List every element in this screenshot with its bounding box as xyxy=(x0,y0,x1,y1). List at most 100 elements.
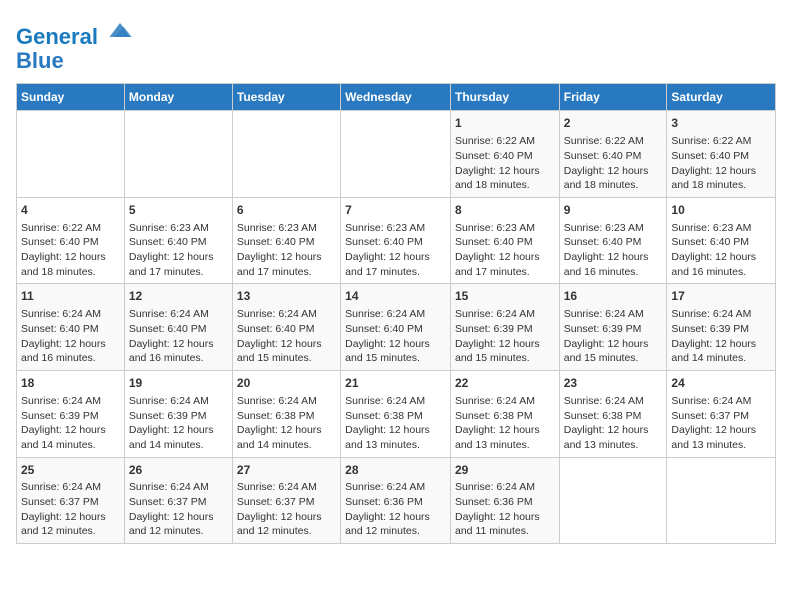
day-number: 12 xyxy=(129,288,228,305)
day-number: 10 xyxy=(671,202,771,219)
day-info: Sunrise: 6:24 AM Sunset: 6:39 PM Dayligh… xyxy=(129,394,228,453)
calendar-cell: 26Sunrise: 6:24 AM Sunset: 6:37 PM Dayli… xyxy=(124,457,232,544)
day-header-sunday: Sunday xyxy=(17,84,125,111)
calendar-table: SundayMondayTuesdayWednesdayThursdayFrid… xyxy=(16,83,776,544)
week-row-2: 4Sunrise: 6:22 AM Sunset: 6:40 PM Daylig… xyxy=(17,197,776,284)
calendar-cell: 28Sunrise: 6:24 AM Sunset: 6:36 PM Dayli… xyxy=(341,457,451,544)
day-info: Sunrise: 6:22 AM Sunset: 6:40 PM Dayligh… xyxy=(455,134,555,193)
calendar-cell: 14Sunrise: 6:24 AM Sunset: 6:40 PM Dayli… xyxy=(341,284,451,371)
day-info: Sunrise: 6:22 AM Sunset: 6:40 PM Dayligh… xyxy=(564,134,663,193)
calendar-cell: 7 Sunrise: 6:23 AM Sunset: 6:40 PM Daylig… xyxy=(341,197,451,284)
day-number: 27 xyxy=(237,462,336,479)
calendar-cell: 23 Sunrise: 6:24 AM Sunset: 6:38 PM Dayli… xyxy=(559,371,667,458)
calendar-cell: 9Sunrise: 6:23 AM Sunset: 6:40 PM Daylig… xyxy=(559,197,667,284)
day-info: Sunrise: 6:24 AM Sunset: 6:38 PM Dayligh… xyxy=(237,394,336,453)
week-row-4: 18 Sunrise: 6:24 AM Sunset: 6:39 PM Dayli… xyxy=(17,371,776,458)
logo-icon xyxy=(106,16,134,44)
calendar-cell xyxy=(232,111,340,198)
calendar-cell: 24 Sunrise: 6:24 AM Sunset: 6:37 PM Dayli… xyxy=(667,371,776,458)
day-info: Sunrise: 6:24 AM Sunset: 6:36 PM Dayligh… xyxy=(455,480,555,539)
day-number: 6 xyxy=(237,202,336,219)
calendar-cell: 10 Sunrise: 6:23 AM Sunset: 6:40 PM Dayli… xyxy=(667,197,776,284)
calendar-cell: 17 Sunrise: 6:24 AM Sunset: 6:39 PM Dayli… xyxy=(667,284,776,371)
calendar-cell: 15 Sunrise: 6:24 AM Sunset: 6:39 PM Dayli… xyxy=(450,284,559,371)
day-info: Sunrise: 6:24 AM Sunset: 6:37 PM Dayligh… xyxy=(237,480,336,539)
calendar-cell: 13Sunrise: 6:24 AM Sunset: 6:40 PM Dayli… xyxy=(232,284,340,371)
day-number: 19 xyxy=(129,375,228,392)
calendar-cell: 20 Sunrise: 6:24 AM Sunset: 6:38 PM Dayli… xyxy=(232,371,340,458)
day-number: 17 xyxy=(671,288,771,305)
day-info: Sunrise: 6:24 AM Sunset: 6:38 PM Dayligh… xyxy=(564,394,663,453)
logo-text: General xyxy=(16,16,134,49)
day-info: Sunrise: 6:24 AM Sunset: 6:37 PM Dayligh… xyxy=(671,394,771,453)
day-header-wednesday: Wednesday xyxy=(341,84,451,111)
day-info: Sunrise: 6:23 AM Sunset: 6:40 PM Dayligh… xyxy=(455,221,555,280)
day-number: 28 xyxy=(345,462,446,479)
day-number: 2 xyxy=(564,115,663,132)
calendar-body: 1Sunrise: 6:22 AM Sunset: 6:40 PM Daylig… xyxy=(17,111,776,544)
day-number: 25 xyxy=(21,462,120,479)
logo-blue-text: Blue xyxy=(16,49,134,73)
day-info: Sunrise: 6:23 AM Sunset: 6:40 PM Dayligh… xyxy=(237,221,336,280)
calendar-cell: 29Sunrise: 6:24 AM Sunset: 6:36 PM Dayli… xyxy=(450,457,559,544)
day-info: Sunrise: 6:22 AM Sunset: 6:40 PM Dayligh… xyxy=(21,221,120,280)
calendar-cell: 5 Sunrise: 6:23 AM Sunset: 6:40 PM Daylig… xyxy=(124,197,232,284)
calendar-cell: 21 Sunrise: 6:24 AM Sunset: 6:38 PM Dayli… xyxy=(341,371,451,458)
week-row-5: 25Sunrise: 6:24 AM Sunset: 6:37 PM Dayli… xyxy=(17,457,776,544)
day-info: Sunrise: 6:24 AM Sunset: 6:37 PM Dayligh… xyxy=(129,480,228,539)
calendar-cell xyxy=(341,111,451,198)
calendar-cell: 16Sunrise: 6:24 AM Sunset: 6:39 PM Dayli… xyxy=(559,284,667,371)
day-number: 8 xyxy=(455,202,555,219)
day-number: 15 xyxy=(455,288,555,305)
calendar-cell: 6 Sunrise: 6:23 AM Sunset: 6:40 PM Daylig… xyxy=(232,197,340,284)
day-number: 18 xyxy=(21,375,120,392)
day-info: Sunrise: 6:24 AM Sunset: 6:38 PM Dayligh… xyxy=(345,394,446,453)
calendar-cell xyxy=(559,457,667,544)
calendar-cell: 1Sunrise: 6:22 AM Sunset: 6:40 PM Daylig… xyxy=(450,111,559,198)
day-info: Sunrise: 6:24 AM Sunset: 6:37 PM Dayligh… xyxy=(21,480,120,539)
day-info: Sunrise: 6:24 AM Sunset: 6:39 PM Dayligh… xyxy=(671,307,771,366)
calendar-cell: 25Sunrise: 6:24 AM Sunset: 6:37 PM Dayli… xyxy=(17,457,125,544)
page-header: General Blue xyxy=(16,16,776,73)
calendar-cell: 18Sunrise: 6:24 AM Sunset: 6:39 PM Dayli… xyxy=(17,371,125,458)
header-row: SundayMondayTuesdayWednesdayThursdayFrid… xyxy=(17,84,776,111)
calendar-cell: 3Sunrise: 6:22 AM Sunset: 6:40 PM Daylig… xyxy=(667,111,776,198)
day-info: Sunrise: 6:23 AM Sunset: 6:40 PM Dayligh… xyxy=(671,221,771,280)
day-header-thursday: Thursday xyxy=(450,84,559,111)
day-number: 23 xyxy=(564,375,663,392)
day-number: 7 xyxy=(345,202,446,219)
calendar-cell: 11 Sunrise: 6:24 AM Sunset: 6:40 PM Dayli… xyxy=(17,284,125,371)
day-info: Sunrise: 6:24 AM Sunset: 6:40 PM Dayligh… xyxy=(21,307,120,366)
day-header-saturday: Saturday xyxy=(667,84,776,111)
calendar-cell: 8 Sunrise: 6:23 AM Sunset: 6:40 PM Daylig… xyxy=(450,197,559,284)
calendar-cell: 27Sunrise: 6:24 AM Sunset: 6:37 PM Dayli… xyxy=(232,457,340,544)
calendar-cell: 4Sunrise: 6:22 AM Sunset: 6:40 PM Daylig… xyxy=(17,197,125,284)
day-header-tuesday: Tuesday xyxy=(232,84,340,111)
day-info: Sunrise: 6:23 AM Sunset: 6:40 PM Dayligh… xyxy=(129,221,228,280)
day-header-monday: Monday xyxy=(124,84,232,111)
day-number: 21 xyxy=(345,375,446,392)
calendar-cell: 2 Sunrise: 6:22 AM Sunset: 6:40 PM Daylig… xyxy=(559,111,667,198)
day-number: 14 xyxy=(345,288,446,305)
day-number: 22 xyxy=(455,375,555,392)
day-number: 11 xyxy=(21,288,120,305)
day-info: Sunrise: 6:23 AM Sunset: 6:40 PM Dayligh… xyxy=(345,221,446,280)
day-number: 24 xyxy=(671,375,771,392)
day-number: 29 xyxy=(455,462,555,479)
day-info: Sunrise: 6:24 AM Sunset: 6:39 PM Dayligh… xyxy=(455,307,555,366)
day-number: 5 xyxy=(129,202,228,219)
calendar-cell xyxy=(124,111,232,198)
day-info: Sunrise: 6:23 AM Sunset: 6:40 PM Dayligh… xyxy=(564,221,663,280)
calendar-cell: 12 Sunrise: 6:24 AM Sunset: 6:40 PM Dayli… xyxy=(124,284,232,371)
calendar-cell: 19 Sunrise: 6:24 AM Sunset: 6:39 PM Dayli… xyxy=(124,371,232,458)
day-info: Sunrise: 6:24 AM Sunset: 6:38 PM Dayligh… xyxy=(455,394,555,453)
calendar-header: SundayMondayTuesdayWednesdayThursdayFrid… xyxy=(17,84,776,111)
day-info: Sunrise: 6:24 AM Sunset: 6:40 PM Dayligh… xyxy=(129,307,228,366)
week-row-3: 11 Sunrise: 6:24 AM Sunset: 6:40 PM Dayli… xyxy=(17,284,776,371)
day-info: Sunrise: 6:22 AM Sunset: 6:40 PM Dayligh… xyxy=(671,134,771,193)
day-number: 13 xyxy=(237,288,336,305)
day-number: 26 xyxy=(129,462,228,479)
day-info: Sunrise: 6:24 AM Sunset: 6:39 PM Dayligh… xyxy=(564,307,663,366)
day-number: 20 xyxy=(237,375,336,392)
day-info: Sunrise: 6:24 AM Sunset: 6:36 PM Dayligh… xyxy=(345,480,446,539)
